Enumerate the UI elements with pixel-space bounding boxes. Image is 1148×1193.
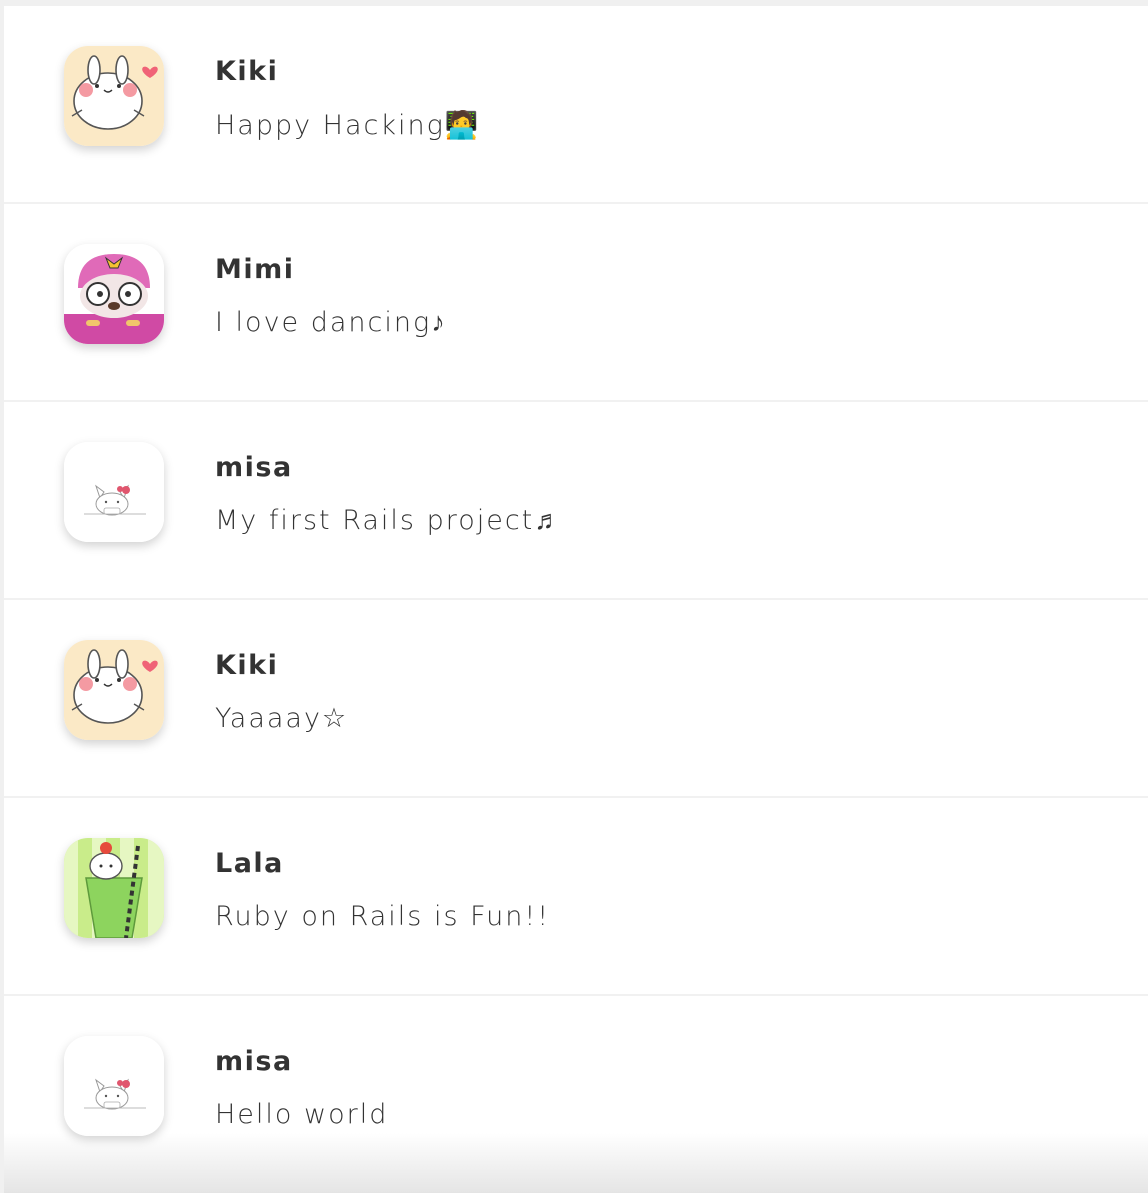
- post-content: Hello world: [215, 1099, 389, 1130]
- bunny-heart-avatar[interactable]: [64, 640, 164, 740]
- post-item[interactable]: misa My first Rails project♬: [4, 402, 1148, 600]
- post-item[interactable]: Kiki Happy Hacking🧑‍💻: [4, 6, 1148, 204]
- post-content: Yaaaay☆: [215, 703, 349, 734]
- bunny-melon-soda-avatar[interactable]: [64, 838, 164, 938]
- post-content: I love dancing♪: [215, 307, 447, 338]
- post-content: Ruby on Rails is Fun!!: [215, 901, 551, 932]
- post-content: Happy Hacking🧑‍💻: [215, 110, 481, 141]
- post-content: My first Rails project♬: [215, 505, 564, 536]
- post-user-name[interactable]: Kiki: [215, 650, 278, 681]
- post-item[interactable]: Lala Ruby on Rails is Fun!!: [4, 798, 1148, 996]
- posts-page: Kiki Happy Hacking🧑‍💻 Mimi I love dancin…: [4, 6, 1148, 1193]
- post-list: Kiki Happy Hacking🧑‍💻 Mimi I love dancin…: [4, 6, 1148, 1193]
- post-user-name[interactable]: Mimi: [215, 254, 295, 285]
- post-user-name[interactable]: misa: [215, 1046, 293, 1077]
- post-item[interactable]: misa Hello world: [4, 996, 1148, 1193]
- post-user-name[interactable]: Kiki: [215, 56, 278, 87]
- cat-bow-avatar[interactable]: [64, 1036, 164, 1136]
- post-item[interactable]: Kiki Yaaaay☆: [4, 600, 1148, 798]
- bunny-heart-avatar[interactable]: [64, 46, 164, 146]
- post-user-name[interactable]: misa: [215, 452, 293, 483]
- cat-bow-avatar[interactable]: [64, 442, 164, 542]
- post-item[interactable]: Mimi I love dancing♪: [4, 204, 1148, 402]
- post-user-name[interactable]: Lala: [215, 848, 284, 879]
- pink-hair-gopher-avatar[interactable]: [64, 244, 164, 344]
